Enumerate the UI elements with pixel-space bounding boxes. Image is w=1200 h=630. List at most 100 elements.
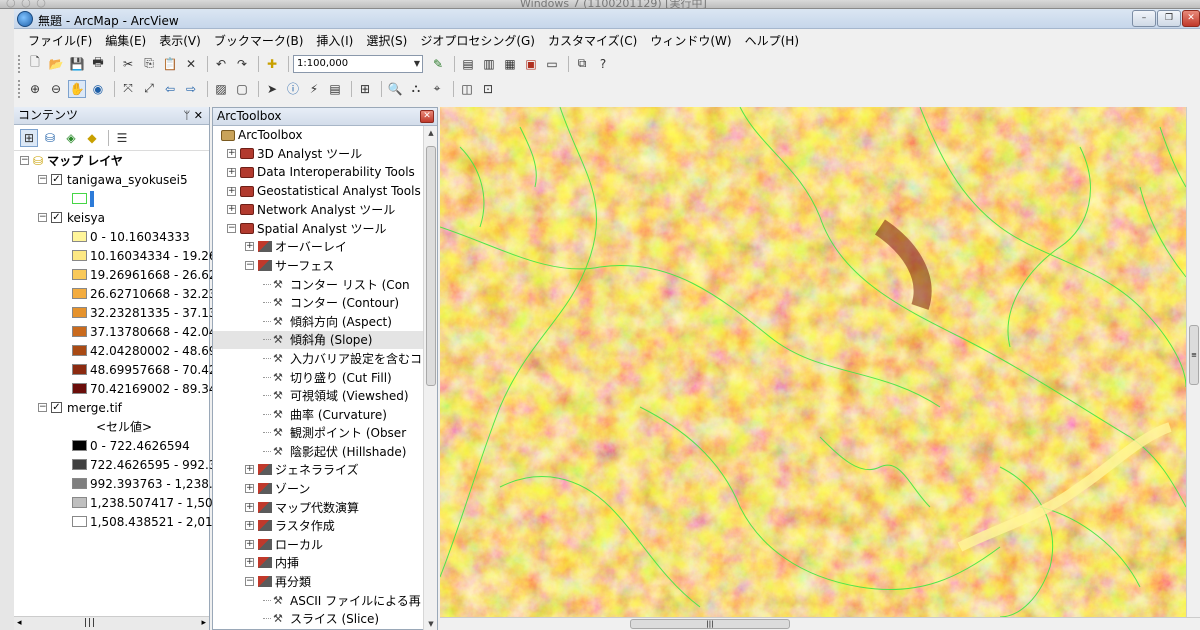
layer-visibility-checkbox[interactable]: ✓: [51, 174, 62, 185]
legend-color-swatch[interactable]: [72, 288, 87, 299]
legend-color-swatch[interactable]: [72, 478, 87, 489]
toolbar-grip[interactable]: [18, 79, 22, 98]
legend-class-row[interactable]: 0 - 722.4626594: [14, 436, 209, 455]
toolset-item[interactable]: + ジェネラライズ: [213, 461, 423, 480]
go-back-icon[interactable]: ⇦: [161, 80, 179, 98]
menu-item[interactable]: 表示(V): [159, 32, 201, 49]
legend-class-row[interactable]: 10.16034334 - 19.26: [14, 246, 216, 265]
collapse-icon[interactable]: −: [227, 223, 236, 233]
create-viewer-icon[interactable]: ⊡: [479, 80, 497, 98]
legend-color-swatch[interactable]: [72, 497, 87, 508]
legend-class-row[interactable]: 37.13780668 - 42.04: [14, 322, 216, 341]
expand-icon[interactable]: +: [245, 502, 254, 512]
legend-color-swatch[interactable]: [72, 459, 87, 470]
toolbox-vertical-scrollbar[interactable]: ▲ ▼: [423, 126, 437, 630]
legend-color-swatch[interactable]: [72, 269, 87, 280]
legend-color-swatch[interactable]: [72, 516, 87, 527]
collapse-icon[interactable]: −: [245, 260, 254, 270]
zoom-in-icon[interactable]: ⊕: [26, 80, 44, 98]
search-window-icon[interactable]: ▦: [501, 55, 519, 73]
list-by-visibility-icon[interactable]: ◈: [62, 129, 80, 147]
find-route-icon[interactable]: ⛬: [407, 80, 425, 98]
layer-node[interactable]: − ✓ tanigawa_syokusei5: [14, 170, 209, 189]
whats-this-icon[interactable]: ?: [594, 55, 612, 73]
expand-icon[interactable]: +: [245, 242, 254, 252]
close-button[interactable]: ✕: [1182, 10, 1200, 27]
scroll-thumb[interactable]: |||: [84, 618, 96, 628]
legend-class-row[interactable]: 26.62710668 - 32.23: [14, 284, 216, 303]
legend-color-swatch[interactable]: [72, 364, 87, 375]
collapse-icon[interactable]: −: [20, 156, 29, 165]
legend-color-swatch[interactable]: [72, 383, 87, 394]
legend-class-row[interactable]: 70.42169002 - 89.34: [14, 379, 216, 398]
toolbox-item[interactable]: − Spatial Analyst ツール: [213, 219, 423, 238]
list-by-source-icon[interactable]: ⛁: [41, 129, 59, 147]
maximize-button[interactable]: ❐: [1157, 10, 1181, 27]
map-view[interactable]: [440, 107, 1186, 617]
toolset-item[interactable]: + ゾーン: [213, 479, 423, 498]
scroll-thumb[interactable]: |||: [630, 619, 790, 629]
menu-item[interactable]: カスタマイズ(C): [548, 32, 637, 49]
tool-item[interactable]: ⚒ 切り盛り (Cut Fill): [213, 368, 423, 387]
tool-item[interactable]: ⚒ 可視領域 (Viewshed): [213, 386, 423, 405]
select-features-icon[interactable]: ▨: [212, 80, 230, 98]
toolbox-item[interactable]: +3D Analyst ツール: [213, 145, 423, 164]
fixed-zoom-in-icon[interactable]: ⤧: [119, 80, 137, 98]
python-window-icon[interactable]: ▭: [543, 55, 561, 73]
tool-item[interactable]: ⚒ ASCII ファイルによる再: [213, 591, 423, 610]
time-slider-icon[interactable]: ◫: [458, 80, 476, 98]
toolset-item[interactable]: + ラスタ作成: [213, 516, 423, 535]
expand-icon[interactable]: +: [227, 167, 236, 177]
toolset-item[interactable]: + ローカル: [213, 535, 423, 554]
save-icon[interactable]: 💾: [68, 55, 86, 73]
hyperlink-icon[interactable]: ⚡: [305, 80, 323, 98]
scroll-right-icon[interactable]: ▸: [201, 618, 206, 628]
toolbox-item[interactable]: + Network Analyst ツール: [213, 200, 423, 219]
toolbox-root[interactable]: ArcToolbox: [213, 126, 423, 145]
map-horizontal-scrollbar[interactable]: |||: [440, 617, 1200, 630]
collapse-icon[interactable]: −: [38, 175, 47, 184]
legend-class-row[interactable]: 19.26961668 - 26.62: [14, 265, 216, 284]
new-document-icon[interactable]: 🗋: [26, 55, 44, 73]
pin-close-icon[interactable]: ᛘ ✕: [184, 107, 203, 124]
scroll-thumb[interactable]: ≡: [1189, 325, 1199, 385]
legend-class-row[interactable]: 722.4626595 - 992.3: [14, 455, 216, 474]
scroll-thumb[interactable]: [426, 146, 436, 386]
full-extent-icon[interactable]: ◉: [89, 80, 107, 98]
polygon-symbol[interactable]: [72, 193, 87, 204]
copy-icon[interactable]: ⎘: [140, 55, 158, 73]
layer-visibility-checkbox[interactable]: ✓: [51, 402, 62, 413]
redo-icon[interactable]: ↷: [233, 55, 251, 73]
select-elements-icon[interactable]: ➤: [263, 80, 281, 98]
model-builder-icon[interactable]: ⧉: [573, 55, 591, 73]
minimize-button[interactable]: –: [1132, 10, 1156, 27]
tool-item[interactable]: ⚒ 傾斜角 (Slope): [213, 330, 423, 350]
legend-class-row[interactable]: 0 - 10.16034333: [14, 227, 209, 246]
options-icon[interactable]: ☰: [113, 129, 131, 147]
list-by-drawing-order-icon[interactable]: ⊞: [20, 128, 38, 147]
tool-item[interactable]: ⚒ 陰影起伏 (Hillshade): [213, 442, 423, 461]
find-icon[interactable]: 🔍: [386, 80, 404, 98]
legend-color-swatch[interactable]: [72, 231, 87, 242]
expand-icon[interactable]: +: [227, 149, 236, 159]
toolset-item[interactable]: − 再分類: [213, 572, 423, 591]
toolbox-item[interactable]: + Geostatistical Analyst Tools: [213, 182, 423, 201]
menu-item[interactable]: 選択(S): [366, 32, 407, 49]
arctoolbox-icon[interactable]: ▣: [522, 55, 540, 73]
scroll-left-icon[interactable]: ◂: [17, 618, 22, 628]
legend-class-row[interactable]: 48.69957668 - 70.42: [14, 360, 216, 379]
legend-class-row[interactable]: 32.23281335 - 37.13: [14, 303, 216, 322]
map-scale-combobox[interactable]: 1:100,000 ▼: [293, 54, 423, 73]
tool-item[interactable]: ⚒ スライス (Slice): [213, 609, 423, 628]
legend-class-row[interactable]: 42.04280002 - 48.69: [14, 341, 216, 360]
tool-item[interactable]: ⚒ コンター (Contour): [213, 293, 423, 312]
go-forward-icon[interactable]: ⇨: [182, 80, 200, 98]
layer-node[interactable]: − ✓ keisya: [14, 208, 209, 227]
legend-color-swatch[interactable]: [72, 345, 87, 356]
legend-class-row[interactable]: 1,238.507417 - 1,508: [14, 493, 220, 512]
tool-item[interactable]: ⚒ 傾斜方向 (Aspect): [213, 312, 423, 331]
collapse-icon[interactable]: −: [38, 213, 47, 222]
menu-item[interactable]: 挿入(I): [316, 32, 353, 49]
dataframe-node[interactable]: − ⛁ マップ レイヤ: [14, 151, 209, 170]
toc-horizontal-scrollbar[interactable]: ◂ ||| ▸: [14, 616, 209, 630]
